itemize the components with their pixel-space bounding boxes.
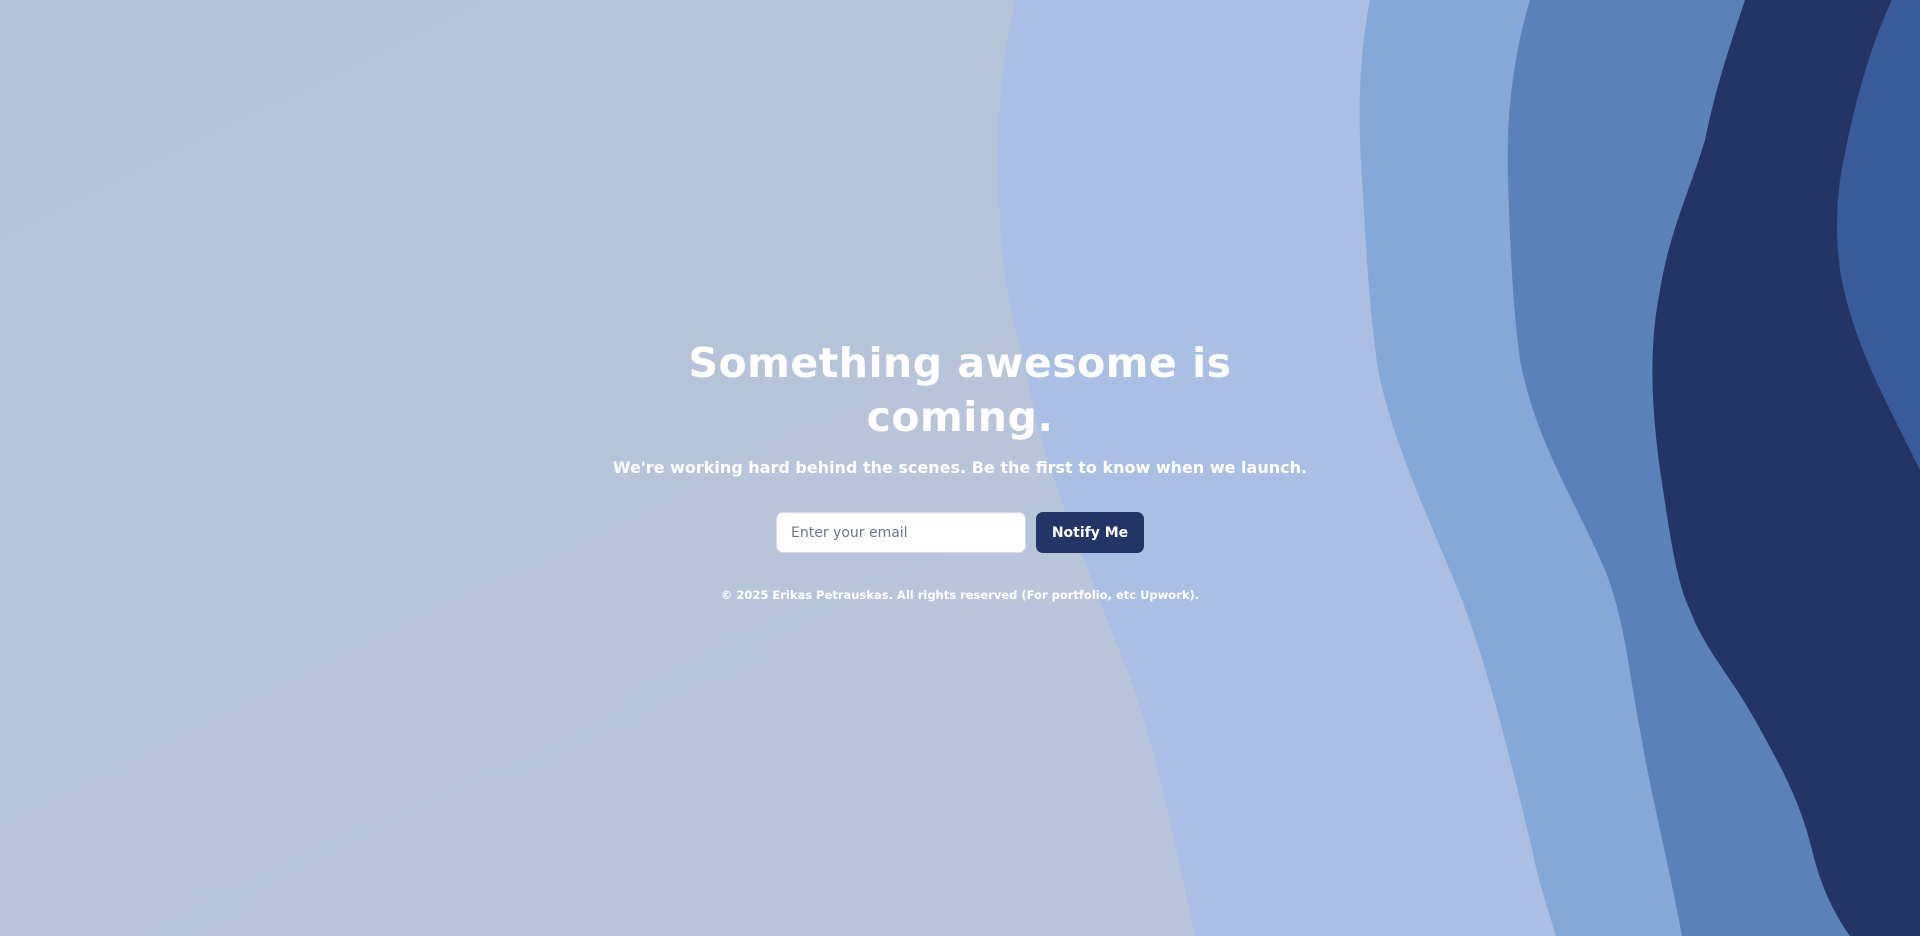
page-title-line2: coming.: [866, 393, 1054, 441]
page-title-line1: Something awesome is: [688, 339, 1232, 387]
notify-me-button[interactable]: Notify Me: [1036, 512, 1144, 553]
page-subtitle: We're working hard behind the scenes. Be…: [612, 458, 1308, 477]
copyright-notice: © 2025 Erikas Petrauskas. All rights res…: [720, 588, 1200, 602]
email-input[interactable]: [776, 512, 1026, 553]
page-title: Something awesome is coming.: [660, 336, 1260, 444]
coming-soon-panel: Something awesome is coming. We're workin…: [0, 0, 1920, 936]
